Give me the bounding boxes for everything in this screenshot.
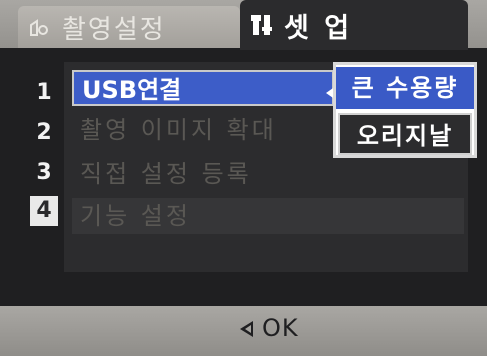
option-original[interactable]: 오리지날 <box>338 113 472 155</box>
tab-setup[interactable]: 셋 업 <box>240 0 468 50</box>
page-number-4-selected[interactable]: 4 <box>30 196 58 226</box>
tab-shooting-settings[interactable]: 촬영설정 <box>18 6 240 48</box>
menu-item-function-settings[interactable]: 기능 설정 <box>72 198 464 234</box>
page-number-1[interactable]: 1 <box>30 78 58 108</box>
back-arrow-icon <box>240 321 253 337</box>
tab-shooting-label: 촬영설정 <box>62 14 166 45</box>
option-popup: 큰 수용량 오리지날 <box>333 62 477 158</box>
tab-bar: 촬영설정 셋 업 <box>0 0 487 50</box>
menu-item-usb-connection[interactable]: USB연결 <box>72 70 334 106</box>
wrench-icon <box>250 12 276 38</box>
page-number-3[interactable]: 3 <box>30 158 58 188</box>
page-number-2[interactable]: 2 <box>30 118 58 148</box>
option-large-capacity[interactable]: 큰 수용량 <box>336 67 474 109</box>
ok-label[interactable]: OK <box>262 314 299 342</box>
menu-item-custom-register[interactable]: 직접 설정 등록 <box>72 156 464 192</box>
tab-setup-label: 셋 업 <box>284 12 353 44</box>
camera-menu-screen: 촬영설정 셋 업 1 2 3 4 USB연결 촬영 이미지 확대 직접 설정 등… <box>0 0 487 356</box>
camera-icon <box>28 16 50 38</box>
